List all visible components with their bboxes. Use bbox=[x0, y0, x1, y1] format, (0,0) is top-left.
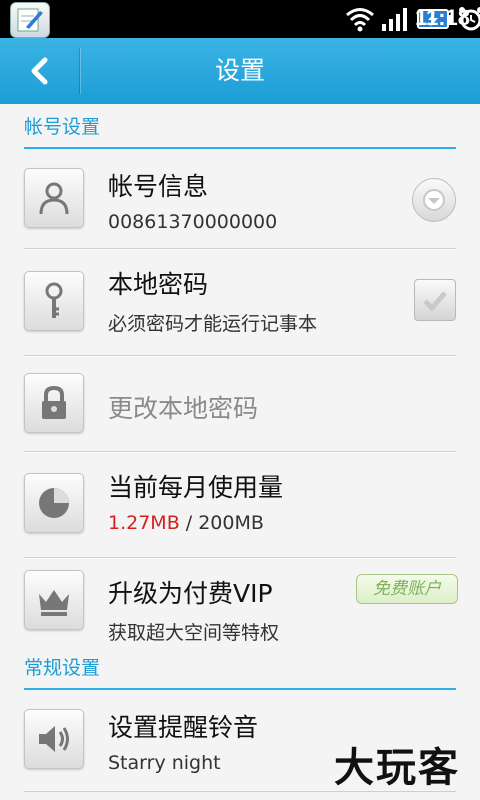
status-time: 11:18 bbox=[414, 5, 470, 30]
chevron-left-icon bbox=[31, 57, 48, 85]
back-button[interactable] bbox=[0, 38, 80, 104]
usage-separator: / bbox=[179, 512, 199, 534]
row-upgrade-vip[interactable]: 升级为付费VIP 获取超大空间等特权 免费账户 bbox=[24, 558, 458, 646]
usage-total: 200MB bbox=[198, 512, 264, 534]
usage-used: 1.27MB bbox=[108, 512, 180, 534]
row-change-local-password[interactable]: 更改本地密码 bbox=[24, 356, 456, 452]
free-account-badge: 免费账户 bbox=[356, 574, 458, 604]
row-local-password[interactable]: 本地密码 必须密码才能运行记事本 bbox=[24, 249, 456, 356]
chevron-down-icon bbox=[423, 189, 445, 211]
row-monthly-usage[interactable]: 当前每月使用量 1.27MB / 200MB bbox=[24, 452, 456, 558]
section-header-general: 常规设置 bbox=[24, 648, 456, 690]
wifi-icon bbox=[346, 8, 374, 32]
row-title: 更改本地密码 bbox=[108, 394, 259, 423]
status-bar: 11:18 bbox=[0, 0, 480, 38]
watermark-logo: 大玩客 bbox=[334, 744, 460, 791]
usage-value: 1.27MB / 200MB bbox=[108, 512, 264, 534]
speaker-icon bbox=[24, 709, 84, 769]
row-subtitle: 必须密码才能运行记事本 bbox=[108, 313, 318, 335]
row-title: 帐号信息 bbox=[108, 172, 209, 201]
signal-icon bbox=[382, 8, 407, 31]
row-title: 设置提醒铃音 bbox=[108, 713, 259, 742]
row-subtitle: 获取超大空间等特权 bbox=[108, 622, 280, 644]
lock-icon bbox=[24, 373, 84, 433]
crown-icon bbox=[24, 570, 84, 630]
local-password-checkbox[interactable] bbox=[414, 279, 456, 321]
title-divider bbox=[79, 48, 80, 94]
checkmark-icon bbox=[423, 291, 447, 312]
row-title: 升级为付费VIP bbox=[108, 579, 273, 608]
account-number: 00861370000000 bbox=[108, 211, 278, 233]
row-account-info[interactable]: 帐号信息 00861370000000 bbox=[24, 151, 456, 249]
pie-chart-icon bbox=[24, 473, 84, 533]
key-icon bbox=[24, 271, 84, 331]
user-icon bbox=[24, 168, 84, 228]
row-title: 本地密码 bbox=[108, 270, 209, 299]
account-dropdown-button[interactable] bbox=[412, 178, 456, 222]
row-title: 当前每月使用量 bbox=[108, 473, 284, 502]
notepad-app-icon bbox=[10, 2, 50, 38]
section-header-account: 帐号设置 bbox=[24, 107, 456, 149]
row-subtitle: Starry night bbox=[108, 752, 221, 774]
title-bar: 设置 bbox=[0, 38, 480, 104]
